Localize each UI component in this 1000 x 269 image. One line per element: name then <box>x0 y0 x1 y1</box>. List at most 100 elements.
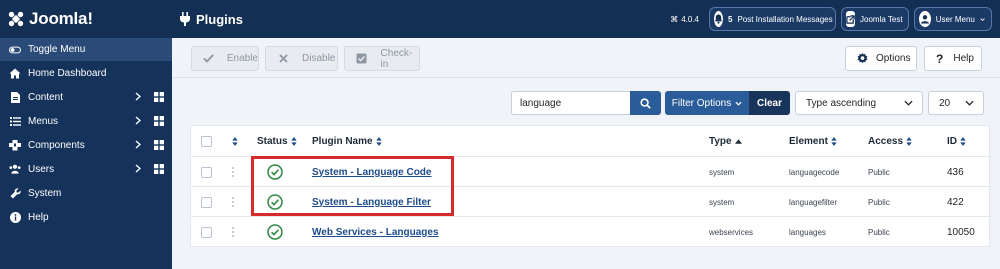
list-icon <box>9 115 21 127</box>
id-cell: 436 <box>947 166 964 178</box>
sidebar-item-system[interactable]: System <box>0 181 172 205</box>
type-header[interactable]: Type <box>709 126 742 156</box>
page-title: Plugins <box>172 12 243 27</box>
search-button[interactable] <box>630 91 661 115</box>
clear-button[interactable]: Clear <box>749 91 790 115</box>
access-cell: Public <box>868 197 890 207</box>
user-menu-button[interactable]: User Menu <box>914 7 992 31</box>
dashboard-grid-icon[interactable] <box>154 164 164 174</box>
dashboard-grid-icon[interactable] <box>154 92 164 102</box>
sidebar-item-help[interactable]: Help <box>0 205 172 229</box>
bell-icon <box>714 11 723 27</box>
toolbar: Enable Disable Check-in Options ? Help <box>172 38 1000 78</box>
sidebar-item-content[interactable]: Content <box>0 85 172 109</box>
sidebar-item-label: Components <box>28 139 85 151</box>
enable-button[interactable]: Enable <box>191 46 259 71</box>
highlight-box <box>251 156 454 216</box>
row-checkbox[interactable] <box>201 227 212 238</box>
row-checkbox[interactable] <box>201 167 212 178</box>
status-toggle[interactable] <box>267 217 283 247</box>
status-header[interactable]: Status <box>257 126 297 156</box>
filter-options-label: Filter Options <box>671 97 732 109</box>
page-title-text: Plugins <box>196 11 243 27</box>
chevron-right-icon[interactable] <box>135 164 141 173</box>
chevron-right-icon[interactable] <box>135 140 141 149</box>
help-label: Help <box>953 53 974 64</box>
id-header[interactable]: ID <box>947 126 966 156</box>
dashboard-grid-icon[interactable] <box>154 116 164 126</box>
id-cell: 422 <box>947 196 964 208</box>
plugin-name-link[interactable]: Web Services - Languages <box>312 217 439 247</box>
limit-select[interactable]: 20 <box>928 91 984 115</box>
element-cell: languagefilter <box>789 197 838 207</box>
sidebar-item-components[interactable]: Components <box>0 133 172 157</box>
help-button[interactable]: ? Help <box>924 46 982 71</box>
sidebar-item-home-dashboard[interactable]: Home Dashboard <box>0 61 172 85</box>
dashboard-grid-icon[interactable] <box>154 140 164 150</box>
sidebar-item-label: Toggle Menu <box>28 44 86 55</box>
drag-handle[interactable] <box>232 227 234 237</box>
sidebar-item-menus[interactable]: Menus <box>0 109 172 133</box>
gear-icon <box>857 53 868 64</box>
search-input[interactable]: language <box>511 91 631 115</box>
info-icon <box>9 211 21 223</box>
sidebar-item-toggle-menu[interactable]: Toggle Menu <box>0 38 172 61</box>
check-icon <box>200 54 217 63</box>
search-icon <box>640 97 651 109</box>
question-icon: ? <box>936 51 944 66</box>
cube-icon <box>9 139 21 151</box>
joomla-small-icon: ⌘ <box>670 14 679 24</box>
drag-handle[interactable] <box>232 167 234 177</box>
filter-options-button[interactable]: Filter Options <box>665 91 749 115</box>
times-icon <box>274 54 292 63</box>
joomla-logo[interactable]: Joomla! <box>0 0 172 38</box>
disable-button[interactable]: Disable <box>265 46 338 71</box>
search-input-value: language <box>520 97 562 109</box>
id-cell: 10050 <box>947 226 975 238</box>
element-cell: languagecode <box>789 167 840 177</box>
type-cell: system <box>709 197 735 207</box>
sidebar: Toggle Menu Home Dashboard Content Menus… <box>0 38 172 269</box>
type-cell: system <box>709 167 735 177</box>
plugin-name-text: Web Services - Languages <box>312 226 439 238</box>
sidebar-item-users[interactable]: Users <box>0 157 172 181</box>
chevron-right-icon[interactable] <box>135 92 141 101</box>
element-header-label: Element <box>789 135 828 147</box>
limit-select-value: 20 <box>939 97 951 109</box>
sidebar-item-label: System <box>28 187 62 199</box>
checkin-label: Check-in <box>380 47 413 70</box>
access-cell: Public <box>868 167 890 177</box>
select-all-checkbox[interactable] <box>201 136 212 147</box>
access-header[interactable]: Access <box>868 126 912 156</box>
sort-icon <box>906 136 912 146</box>
row-checkbox[interactable] <box>201 197 212 208</box>
plugin-name-header[interactable]: Plugin Name <box>312 126 382 156</box>
home-icon <box>9 67 21 79</box>
drag-handle[interactable] <box>232 197 234 207</box>
element-header[interactable]: Element <box>789 126 837 156</box>
site-link-button[interactable]: Joomla Test <box>841 7 909 31</box>
sort-asc-icon <box>734 138 742 144</box>
sort-icon <box>831 136 837 146</box>
options-button[interactable]: Options <box>845 46 917 71</box>
file-icon <box>9 91 21 103</box>
id-header-label: ID <box>947 135 957 147</box>
options-label: Options <box>876 53 911 64</box>
sort-icon <box>375 136 382 146</box>
external-link-icon <box>846 11 855 27</box>
sort-select[interactable]: Type ascending <box>795 91 923 115</box>
access-header-label: Access <box>868 135 904 147</box>
checkin-button[interactable]: Check-in <box>344 46 420 71</box>
sort-icon <box>960 136 966 146</box>
wrench-icon <box>9 187 21 199</box>
sort-icon <box>290 136 297 146</box>
element-cell: languages <box>789 227 826 237</box>
post-install-messages-button[interactable]: 5 Post Installation Messages <box>709 7 836 31</box>
chevron-right-icon[interactable] <box>135 116 141 125</box>
access-cell: Public <box>868 227 890 237</box>
chevron-down-icon <box>965 100 974 106</box>
disable-label: Disable <box>302 53 336 64</box>
ordering-sort-header[interactable] <box>232 126 238 156</box>
chevron-down-icon <box>904 100 913 106</box>
user-menu-label: User Menu <box>935 14 975 24</box>
